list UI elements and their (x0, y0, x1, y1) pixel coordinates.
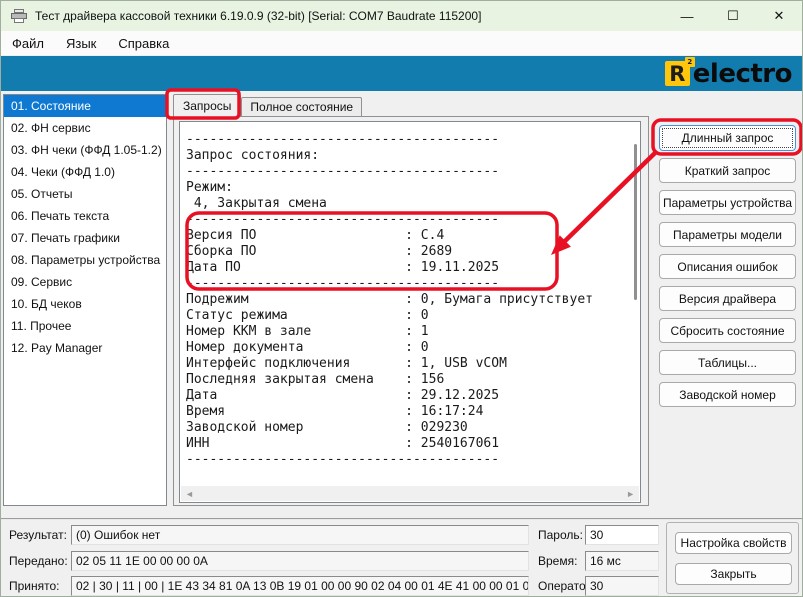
logo-text: electro (693, 59, 792, 89)
action-button[interactable]: Параметры модели (659, 222, 796, 247)
close-button[interactable]: Закрыть (675, 563, 792, 585)
sidebar-item[interactable]: 03. ФН чеки (ФФД 1.05-1.2) (4, 139, 166, 161)
title-bar: Тест драйвера кассовой техники 6.19.0.9 … (1, 1, 802, 31)
status-report-area[interactable]: ----------------------------------------… (179, 121, 641, 503)
printer-icon (11, 9, 27, 23)
tab[interactable]: Запросы (173, 94, 241, 117)
action-button-column: Длинный запрос Краткий запрос Параметры … (659, 125, 796, 407)
vertical-scrollbar[interactable] (634, 144, 637, 300)
logo-sup-icon: 2 (685, 57, 695, 67)
menu-item[interactable]: Справка (107, 31, 180, 55)
properties-group: Настройка свойств Закрыть (666, 522, 799, 594)
action-button[interactable]: Таблицы... (659, 350, 796, 375)
relectro-logo: R 2 electro (665, 60, 792, 87)
sidebar-item[interactable]: 08. Параметры устройства (4, 249, 166, 271)
scroll-left-icon[interactable]: ◄ (181, 489, 198, 499)
sidebar-item[interactable]: 12. Pay Manager (4, 337, 166, 359)
menu-bar: Файл Язык Справка (1, 31, 802, 56)
sidebar-item[interactable]: 05. Отчеты (4, 183, 166, 205)
action-button[interactable]: Длинный запрос (659, 125, 796, 151)
sidebar-item[interactable]: 11. Прочее (4, 315, 166, 337)
sidebar-item[interactable]: 02. ФН сервис (4, 117, 166, 139)
sidebar-item[interactable]: 01. Состояние (4, 95, 166, 117)
password-input[interactable]: 30 (585, 525, 659, 545)
brand-banner: R 2 electro (1, 56, 802, 91)
sent-label: Передано: (9, 554, 68, 568)
section-list: 01. Состояние 02. ФН сервис 03. ФН чеки … (3, 94, 167, 506)
minimize-icon[interactable]: — (664, 1, 710, 31)
scroll-right-icon[interactable]: ► (622, 489, 639, 499)
action-button[interactable]: Заводской номер (659, 382, 796, 407)
menu-item[interactable]: Файл (1, 31, 55, 55)
sidebar-item[interactable]: 09. Сервис (4, 271, 166, 293)
password-label: Пароль: (538, 528, 583, 542)
sent-field: 02 05 11 1E 00 00 00 0A (71, 551, 529, 571)
received-label: Принято: (9, 579, 60, 593)
sidebar-item[interactable]: 04. Чеки (ФФД 1.0) (4, 161, 166, 183)
sidebar-item[interactable]: 10. БД чеков (4, 293, 166, 315)
sidebar-item[interactable]: 07. Печать графики (4, 227, 166, 249)
action-button[interactable]: Краткий запрос (659, 158, 796, 183)
result-label: Результат: (9, 528, 67, 542)
logo-r-icon: R 2 (665, 61, 690, 86)
result-field: (0) Ошибок нет (71, 525, 529, 545)
status-report-text: ----------------------------------------… (180, 122, 640, 468)
received-field: 02 | 30 | 11 | 00 | 1E 43 34 81 0A 13 0B… (71, 576, 529, 596)
action-button[interactable]: Описания ошибок (659, 254, 796, 279)
operator-field: 30 (585, 576, 659, 596)
action-button[interactable]: Сбросить состояние (659, 318, 796, 343)
close-icon[interactable]: ✕ (756, 1, 802, 31)
app-window: Тест драйвера кассовой техники 6.19.0.9 … (0, 0, 803, 597)
window-title: Тест драйвера кассовой техники 6.19.0.9 … (35, 9, 481, 23)
sidebar-item[interactable]: 06. Печать текста (4, 205, 166, 227)
tab[interactable]: Полное состояние (241, 97, 362, 117)
action-button[interactable]: Версия драйвера (659, 286, 796, 311)
horizontal-scrollbar[interactable]: ◄ ► (181, 486, 639, 501)
main-area: 01. Состояние 02. ФН сервис 03. ФН чеки … (1, 91, 803, 519)
time-label: Время: (538, 554, 577, 568)
maximize-icon[interactable]: ☐ (710, 1, 756, 31)
menu-item[interactable]: Язык (55, 31, 107, 55)
bottom-panel: Результат: (0) Ошибок нет Передано: 02 0… (1, 519, 803, 597)
tab-strip: Запросы Полное состояние (173, 94, 362, 117)
action-button[interactable]: Параметры устройства (659, 190, 796, 215)
settings-button[interactable]: Настройка свойств (675, 532, 792, 554)
time-field: 16 мс (585, 551, 659, 571)
